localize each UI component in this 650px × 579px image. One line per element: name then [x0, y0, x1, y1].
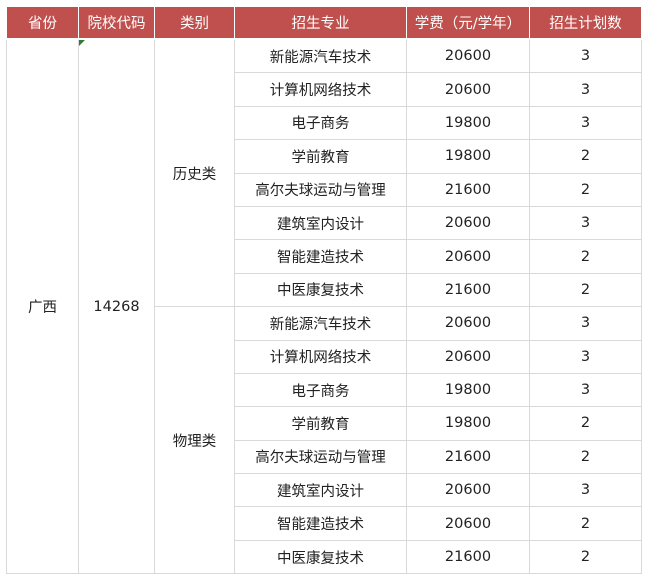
- tuition-cell: 20600: [406, 239, 530, 274]
- enrollment-table-container: 省份 院校代码 类别 招生专业 学费（元/学年） 招生计划数 广西 14268 历史…: [6, 6, 642, 575]
- table-row: 广西 14268 历史类 新能源汽车技术 20600 3: [6, 38, 642, 575]
- plan-count-cell: 3: [529, 72, 642, 107]
- major-cell: 建筑室内设计: [234, 205, 407, 241]
- tuition-cell: 19800: [406, 372, 530, 408]
- tuition-cell: 19800: [406, 105, 530, 141]
- major-cell: 电子商务: [234, 105, 407, 141]
- major-cell: 高尔夫球运动与管理: [234, 439, 407, 475]
- major-cell: 智能建造技术: [234, 239, 407, 274]
- tuition-cell: 20600: [406, 306, 530, 341]
- plan-count-cell: 3: [529, 205, 642, 241]
- plan-count-cell: 2: [529, 272, 642, 308]
- tuition-cell: 20600: [406, 38, 530, 74]
- major-cell: 高尔夫球运动与管理: [234, 172, 407, 207]
- school-code-cell: 14268: [78, 38, 155, 575]
- table-body: 广西 14268 历史类 新能源汽车技术 20600 3 计算机网络技术 20600 3 电子商务…: [6, 38, 642, 575]
- tuition-cell: 21600: [406, 539, 530, 575]
- header-province: 省份: [6, 6, 79, 40]
- tuition-cell: 20600: [406, 72, 530, 107]
- plan-count-cell: 2: [529, 506, 642, 541]
- plan-count-cell: 2: [529, 539, 642, 575]
- plan-count-cell: 2: [529, 406, 642, 441]
- tuition-cell: 19800: [406, 406, 530, 441]
- major-cell: 计算机网络技术: [234, 339, 407, 374]
- tuition-cell: 21600: [406, 439, 530, 475]
- plan-count-cell: 3: [529, 306, 642, 341]
- tuition-cell: 20600: [406, 473, 530, 508]
- major-cell: 新能源汽车技术: [234, 38, 407, 74]
- major-cell: 电子商务: [234, 372, 407, 408]
- header-school-code: 院校代码: [78, 6, 155, 40]
- header-tuition: 学费（元/学年）: [406, 6, 530, 40]
- header-row: 省份 院校代码 类别 招生专业 学费（元/学年） 招生计划数: [6, 6, 642, 40]
- plan-count-cell: 3: [529, 105, 642, 141]
- tuition-cell: 21600: [406, 172, 530, 207]
- plan-count-cell: 2: [529, 172, 642, 207]
- plan-count-cell: 2: [529, 139, 642, 174]
- tuition-cell: 20600: [406, 339, 530, 374]
- major-cell: 中医康复技术: [234, 539, 407, 575]
- header-category: 类别: [154, 6, 235, 40]
- tuition-cell: 21600: [406, 272, 530, 308]
- province-cell: 广西: [6, 38, 79, 575]
- tuition-cell: 20600: [406, 205, 530, 241]
- header-plan-count: 招生计划数: [529, 6, 642, 40]
- plan-count-cell: 3: [529, 339, 642, 374]
- major-cell: 学前教育: [234, 406, 407, 441]
- plan-count-cell: 3: [529, 372, 642, 408]
- enrollment-plan-table: 省份 院校代码 类别 招生专业 学费（元/学年） 招生计划数 广西 14268 历史…: [6, 6, 642, 575]
- tuition-cell: 20600: [406, 506, 530, 541]
- plan-count-cell: 3: [529, 38, 642, 74]
- major-cell: 建筑室内设计: [234, 473, 407, 508]
- major-cell: 计算机网络技术: [234, 72, 407, 107]
- category-cell: 物理类: [154, 306, 235, 575]
- tuition-cell: 19800: [406, 139, 530, 174]
- category-cell: 历史类: [154, 38, 235, 308]
- plan-count-cell: 2: [529, 439, 642, 475]
- plan-count-cell: 3: [529, 473, 642, 508]
- plan-count-cell: 2: [529, 239, 642, 274]
- major-cell: 中医康复技术: [234, 272, 407, 308]
- major-cell: 智能建造技术: [234, 506, 407, 541]
- header-major: 招生专业: [234, 6, 407, 40]
- major-cell: 学前教育: [234, 139, 407, 174]
- major-cell: 新能源汽车技术: [234, 306, 407, 341]
